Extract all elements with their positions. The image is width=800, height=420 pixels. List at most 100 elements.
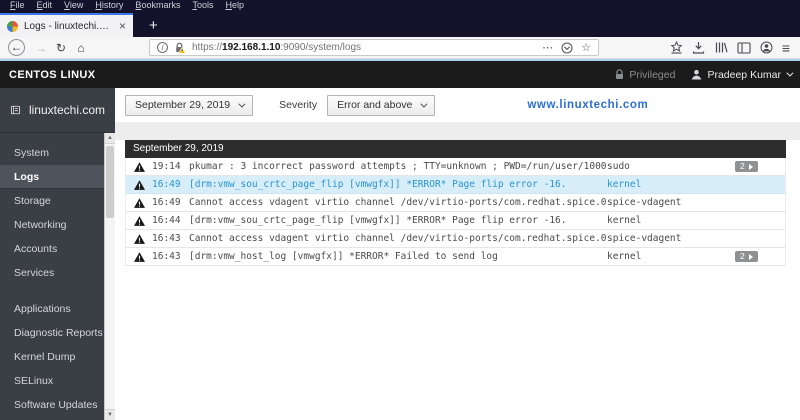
back-button[interactable]: ← [8,39,25,56]
browser-window: File Edit View History Bookmarks Tools H… [0,0,800,420]
menu-history[interactable]: History [89,0,129,11]
chevron-right-icon [748,163,753,170]
site-favicon [7,20,18,32]
menu-tools[interactable]: Tools [186,0,219,11]
warning-icon [126,215,152,226]
log-time: 16:49 [152,179,181,190]
scroll-up-icon[interactable]: ▲ [105,133,115,144]
log-row[interactable]: 16:43 [drm:vmw_host_log [vmwgfx]] *ERROR… [125,248,786,266]
log-table: September 29, 2019 19:14 pkumar : 3 inco… [125,140,786,266]
sidebar-item-diagnostic-reports[interactable]: Diagnostic Reports [0,321,104,345]
sidebar-item-services[interactable]: Services [0,261,104,285]
pocket-icon[interactable] [561,41,573,54]
scroll-down-icon[interactable]: ▼ [105,409,115,420]
log-service: kernel [607,215,642,226]
log-time: 19:14 [152,161,181,172]
site-watermark: www.linuxtechi.com [527,99,649,111]
severity-label: Severity [279,99,318,111]
log-row[interactable]: 16:44 [drm:vmw_sou_crtc_page_flip [vmwgf… [125,212,786,230]
library-icon[interactable] [714,41,728,54]
account-icon[interactable] [760,41,773,54]
os-brand-label: CENTOS LINUX [9,68,96,81]
cockpit-sidebar: linuxtechi.com System Logs Storage Netwo… [0,88,115,420]
sidebar-item-applications[interactable]: Applications [0,297,104,321]
reload-button[interactable]: ↻ [51,41,71,55]
log-row-highlighted[interactable]: 16:49 [drm:vmw_sou_crtc_page_flip [vmwgf… [125,176,786,194]
tab-close-icon[interactable]: × [119,19,126,33]
hamburger-menu-icon[interactable]: ≡ [782,40,790,56]
cockpit-header: CENTOS LINUX Privileged Pradeep Kumar [0,61,800,88]
tab-title: Logs - linuxtechi.com [24,20,113,32]
log-message: [drm:vmw_host_log [vmwgfx]] *ERROR* Fail… [189,251,498,262]
user-icon [692,69,702,80]
insecure-lock-icon[interactable] [174,42,186,54]
menu-view[interactable]: View [58,0,89,11]
browser-navbar: ← → ↻ ⌂ i https://192.168.1.10:9090/syst… [0,37,800,59]
toolbar-icons: ≡ [670,40,792,56]
warning-icon [126,233,152,244]
menu-bookmarks[interactable]: Bookmarks [129,0,186,11]
log-message: [drm:vmw_sou_crtc_page_flip [vmwgfx]] *E… [189,215,567,226]
content-spacer [115,122,800,140]
downloads-icon[interactable] [692,41,705,54]
log-message: [drm:vmw_sou_crtc_page_flip [vmwgfx]] *E… [189,179,567,190]
sidebar-item-software-updates[interactable]: Software Updates [0,393,104,417]
browser-tab-active[interactable]: Logs - linuxtechi.com × [0,13,133,37]
log-message: Cannot access vdagent virtio channel /de… [189,233,607,244]
logs-filterbar: September 29, 2019 Severity Error and ab… [115,88,800,122]
forward-button[interactable]: → [31,41,51,55]
chevron-right-icon [748,253,753,260]
log-row[interactable]: 16:49 Cannot access vdagent virtio chann… [125,194,786,212]
log-time: 16:44 [152,215,181,226]
browser-menubar: File Edit View History Bookmarks Tools H… [0,0,800,11]
user-menu[interactable]: Pradeep Kumar [691,69,794,81]
host-name: linuxtechi.com [28,103,105,117]
url-text: https://192.168.1.10:9090/system/logs [192,42,362,53]
lock-icon [616,69,624,79]
severity-filter-dropdown[interactable]: Error and above [327,94,436,116]
bookmark-star-icon[interactable]: ☆ [581,41,591,54]
log-day-header: September 29, 2019 [125,140,786,158]
logs-page: September 29, 2019 Severity Error and ab… [115,88,800,420]
log-time: 16:49 [152,197,181,208]
scrollbar-thumb[interactable] [106,146,114,218]
date-filter-dropdown[interactable]: September 29, 2019 [125,94,254,116]
chevron-down-icon [238,100,246,108]
log-service: sudo [607,161,630,172]
sidebar-item-system[interactable]: System [0,141,104,165]
grouped-count-badge[interactable]: 2 [735,161,758,172]
privileged-status: Privileged [615,69,675,81]
page-info-icon[interactable]: i [157,42,168,53]
log-time: 16:43 [152,251,181,262]
host-icon [10,105,21,115]
host-switcher[interactable]: linuxtechi.com [0,88,115,133]
chevron-down-icon [786,69,794,77]
sidebar-item-networking[interactable]: Networking [0,213,104,237]
sidebar-scrollbar[interactable]: ▲ ▼ [104,133,115,420]
menu-file[interactable]: File [4,0,31,11]
menu-help[interactable]: Help [219,0,250,11]
bookmarks-toolbar-icon[interactable] [670,41,683,54]
log-service: kernel [607,179,642,190]
new-tab-button[interactable]: + [143,15,164,37]
sidebar-nav: System Logs Storage Networking Accounts … [0,133,115,417]
sidebar-item-storage[interactable]: Storage [0,189,104,213]
home-button[interactable]: ⌂ [71,41,91,55]
page-actions-icon[interactable]: ⋯ [542,41,553,54]
sidebar-item-logs[interactable]: Logs [0,165,104,189]
log-time: 16:43 [152,233,181,244]
chevron-down-icon [420,100,428,108]
log-row[interactable]: 19:14 pkumar : 3 incorrect password atte… [125,158,786,176]
log-row[interactable]: 16:43 Cannot access vdagent virtio chann… [125,230,786,248]
log-service: spice-vdagent [607,197,682,208]
grouped-count-badge[interactable]: 2 [735,251,758,262]
sidebar-toggle-icon[interactable] [737,41,751,54]
sidebar-item-kernel-dump[interactable]: Kernel Dump [0,345,104,369]
menu-edit[interactable]: Edit [31,0,59,11]
sidebar-item-accounts[interactable]: Accounts [0,237,104,261]
warning-icon [126,251,152,262]
log-service: spice-vdagent [607,233,682,244]
sidebar-item-selinux[interactable]: SELinux [0,369,104,393]
address-bar[interactable]: i https://192.168.1.10:9090/system/logs … [149,39,599,56]
warning-icon [126,179,152,190]
